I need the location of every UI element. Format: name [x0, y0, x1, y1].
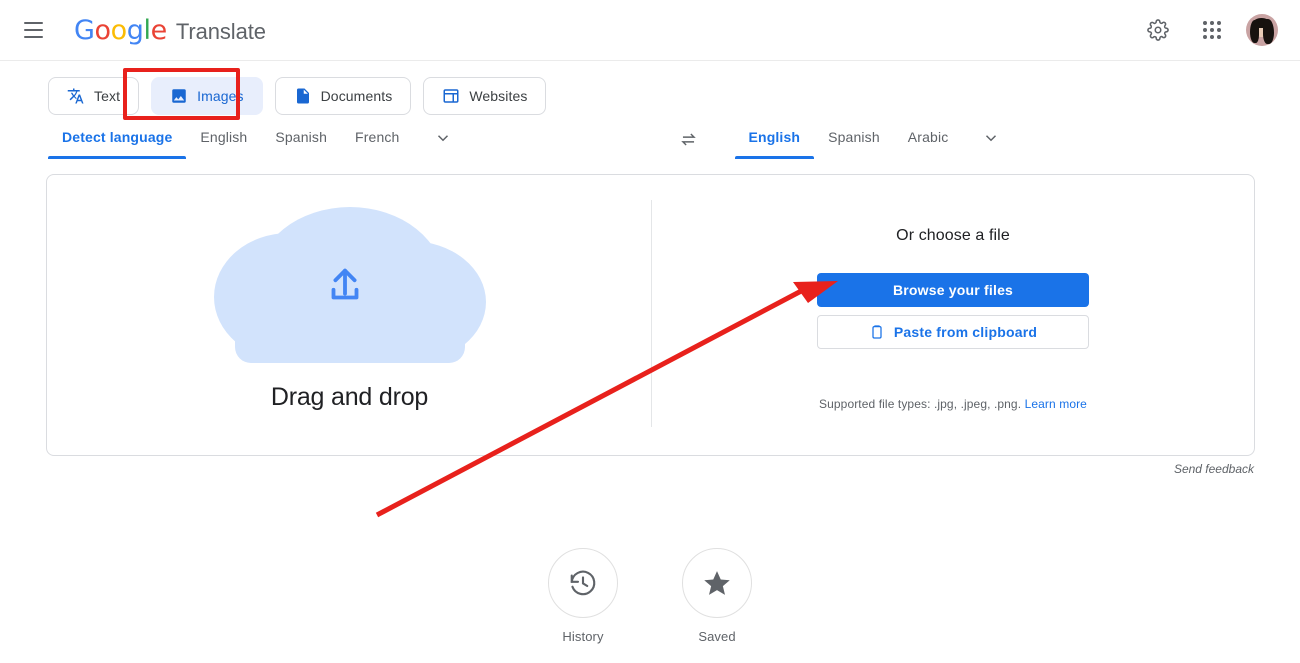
source-lang-french[interactable]: French — [341, 129, 413, 159]
tab-text-label: Text — [94, 88, 121, 104]
mode-tabs: Text Images Documents Websites — [0, 61, 1300, 115]
source-lang-detect[interactable]: Detect language — [48, 129, 187, 159]
panel-divider — [651, 200, 652, 427]
product-name: Translate — [175, 18, 266, 44]
target-lang-arabic[interactable]: Arabic — [894, 129, 963, 159]
image-icon — [172, 89, 186, 103]
target-language-group: English Spanish Arabic — [734, 129, 1017, 159]
target-lang-english[interactable]: English — [734, 129, 815, 159]
tab-websites[interactable]: Websites — [423, 77, 547, 115]
bottom-actions: History Saved — [0, 548, 1300, 644]
browse-files-button[interactable]: Browse your files — [817, 273, 1089, 307]
apps-grid-icon[interactable] — [1192, 10, 1232, 50]
translate-icon — [67, 88, 84, 104]
history-button-circle[interactable] — [548, 548, 618, 618]
swap-languages-icon[interactable] — [673, 123, 705, 155]
paste-button-label: Paste from clipboard — [893, 324, 1038, 340]
header-actions — [1138, 10, 1278, 50]
hamburger-menu-icon[interactable] — [24, 18, 48, 42]
brand-logo[interactable]: Google Translate — [74, 15, 266, 46]
source-more-languages-chevron-down-icon[interactable] — [414, 129, 468, 159]
history-label: History — [562, 629, 604, 644]
drag-and-drop-label: Drag and drop — [270, 382, 429, 411]
target-more-languages-chevron-down-icon[interactable] — [962, 129, 1016, 159]
gear-icon[interactable] — [1138, 10, 1178, 50]
website-icon — [443, 89, 459, 103]
supported-types-text: Supported file types: .jpg, .jpeg, .png. — [819, 397, 1022, 411]
choose-file-section: Or choose a file Browse your files Paste… — [652, 175, 1254, 455]
tab-text[interactable]: Text — [48, 77, 140, 115]
supported-file-types: Supported file types: .jpg, .jpeg, .png.… — [819, 397, 1087, 411]
source-language-group: Detect language English Spanish French — [48, 129, 468, 159]
language-selector-row: Detect language English Spanish French E… — [0, 115, 1300, 159]
tab-documents-label: Documents — [320, 88, 393, 104]
tab-images-label: Images — [197, 88, 244, 104]
source-lang-english[interactable]: English — [186, 129, 261, 159]
drag-and-drop-zone[interactable]: Drag and drop — [47, 175, 652, 455]
tab-images[interactable]: Images — [151, 77, 263, 115]
user-avatar[interactable] — [1246, 14, 1278, 46]
send-feedback-link[interactable]: Send feedback — [1174, 462, 1254, 476]
history-button[interactable]: History — [548, 548, 618, 644]
choose-file-title: Or choose a file — [896, 227, 1010, 244]
source-lang-spanish[interactable]: Spanish — [261, 129, 341, 159]
tab-websites-label: Websites — [469, 88, 528, 104]
google-logo: Google — [74, 14, 167, 46]
upload-cloud-icon — [213, 206, 486, 371]
learn-more-link[interactable]: Learn more — [1025, 397, 1087, 411]
upload-panel: Drag and drop Or choose a file Browse yo… — [46, 174, 1255, 456]
app-header: Google Translate — [0, 0, 1300, 61]
tab-documents[interactable]: Documents — [274, 77, 412, 115]
target-lang-spanish[interactable]: Spanish — [814, 129, 894, 159]
saved-label: Saved — [698, 629, 736, 644]
clipboard-icon — [872, 325, 882, 339]
paste-from-clipboard-button[interactable]: Paste from clipboard — [817, 315, 1089, 349]
star-icon — [704, 571, 730, 595]
saved-button-circle[interactable] — [682, 548, 752, 618]
saved-button[interactable]: Saved — [682, 548, 752, 644]
history-clock-icon — [570, 570, 596, 596]
document-icon — [296, 88, 309, 104]
